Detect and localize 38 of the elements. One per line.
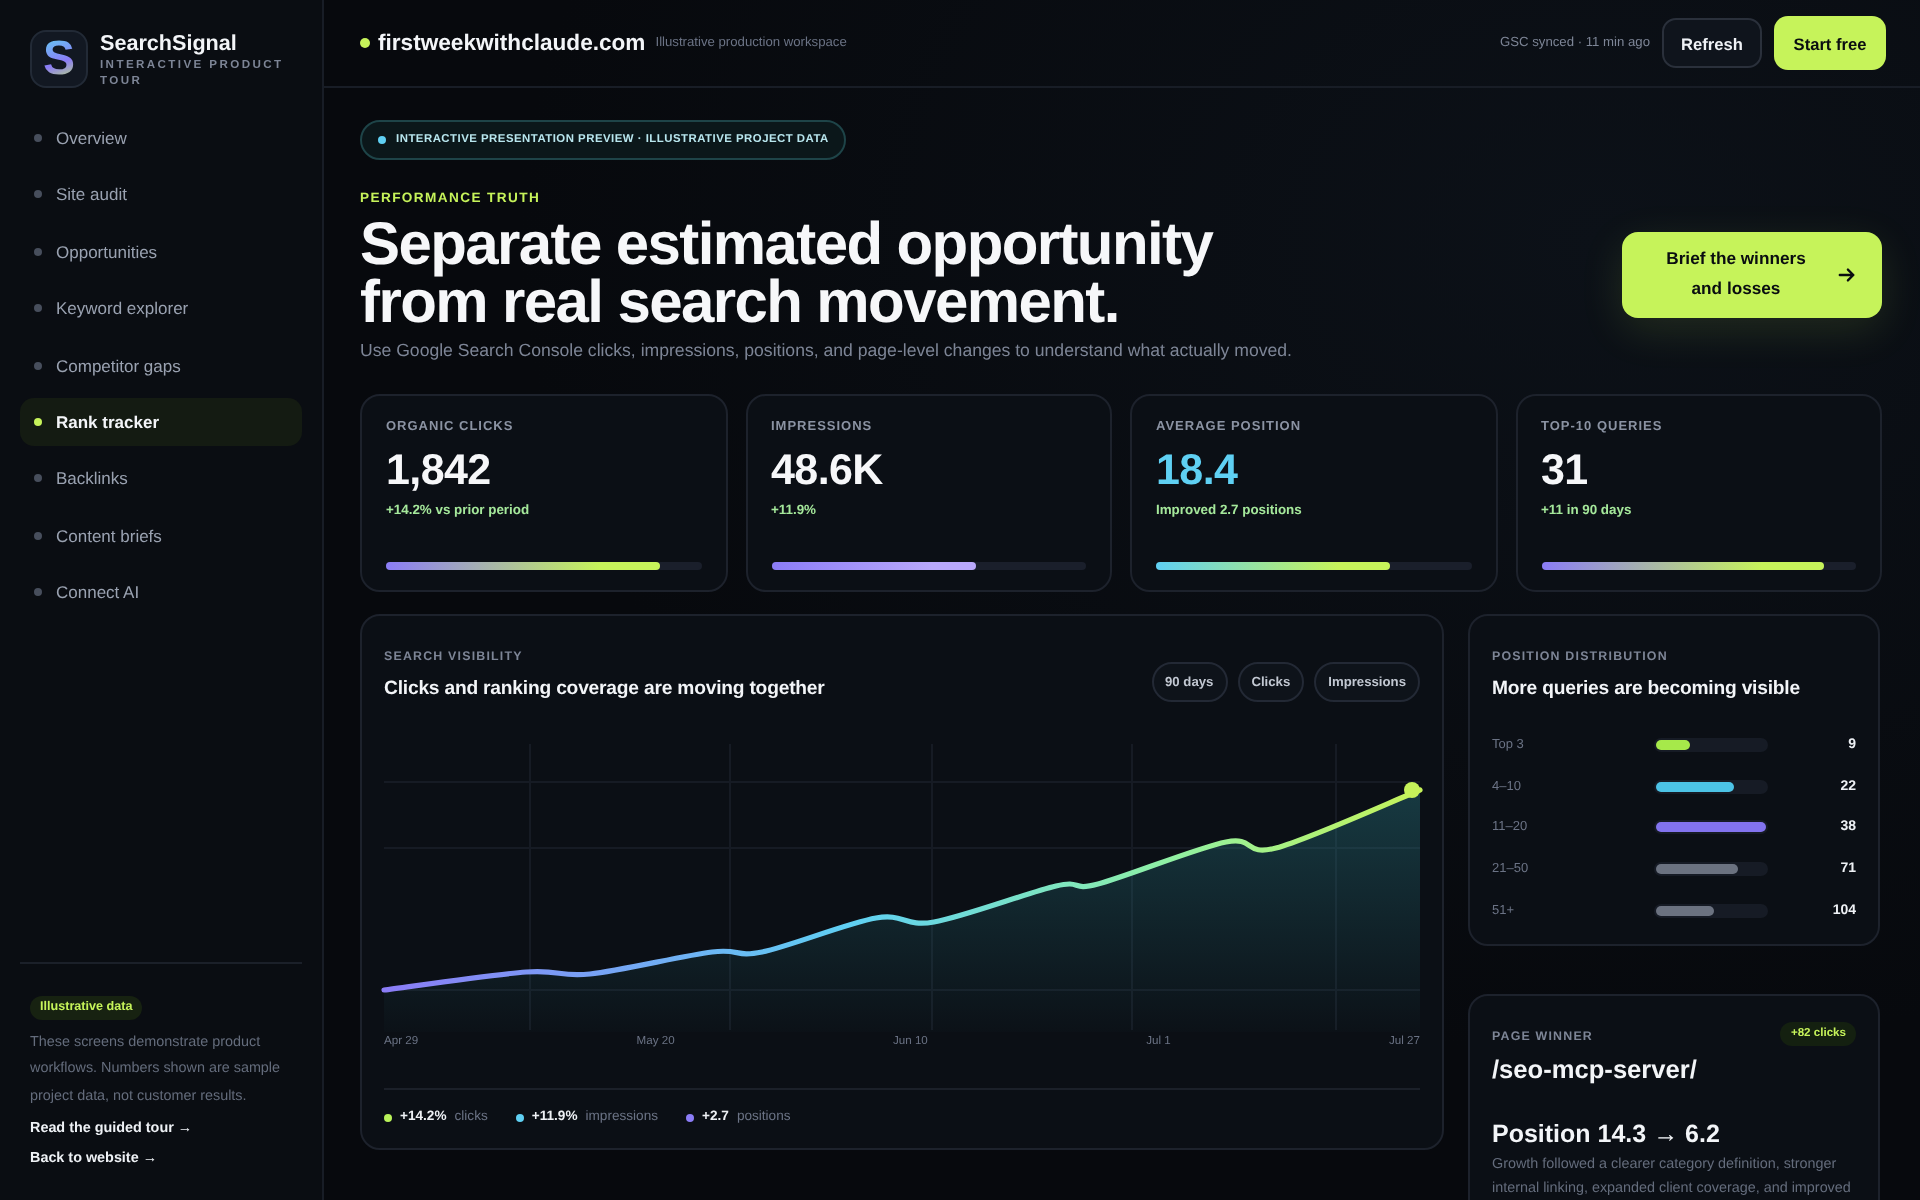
start-free-button[interactable]: Start free bbox=[1774, 16, 1886, 70]
arrow-right-icon bbox=[1838, 265, 1856, 283]
sidebar-item[interactable]: Overview bbox=[20, 114, 302, 162]
bullet-dot-icon bbox=[34, 417, 42, 426]
metric-value: 18.4 bbox=[1156, 446, 1238, 494]
sidebar-item[interactable]: Connect AI bbox=[20, 568, 302, 617]
bullet-dot-icon bbox=[34, 531, 42, 540]
bullet-dot-icon bbox=[34, 134, 42, 142]
site-name: firstweekwithclaude.com bbox=[378, 31, 646, 55]
card-title: Clicks and ranking coverage are moving together bbox=[384, 676, 825, 704]
sidebar-item[interactable]: Keyword explorer bbox=[20, 284, 302, 333]
metric-value: 31 bbox=[1541, 446, 1588, 494]
bullet-dot-icon bbox=[34, 190, 42, 199]
page-path: /seo-mcp-server/ bbox=[1492, 1054, 1697, 1086]
sidebar-item[interactable]: Rank tracker bbox=[20, 397, 302, 446]
bullet-dot-icon bbox=[34, 474, 42, 483]
brand-name: SearchSignal bbox=[100, 32, 239, 58]
metric-value: 48.6K bbox=[771, 446, 883, 494]
bullet-dot-icon bbox=[34, 588, 42, 597]
sidebar-item[interactable]: Competitor gaps bbox=[20, 341, 302, 390]
position-change: Position 14.3 → 6.2 bbox=[1492, 1118, 1720, 1152]
metric-value: 1,842 bbox=[386, 446, 491, 494]
sidebar-item[interactable]: Content briefs bbox=[20, 511, 302, 560]
sidebar-item[interactable]: Backlinks bbox=[20, 454, 302, 503]
status-dot-icon bbox=[360, 38, 370, 48]
page-subtitle: Use Google Search Console clicks, impressions, positions, and page-level changes to understand what actually moved. bbox=[360, 338, 1292, 362]
brief-button[interactable]: Brief the winners and losses bbox=[1622, 231, 1882, 317]
status-dot-icon bbox=[378, 136, 386, 144]
sidebar-item[interactable]: Opportunities bbox=[20, 227, 302, 276]
bullet-dot-icon bbox=[34, 304, 42, 313]
app-logo: S bbox=[30, 30, 88, 88]
endpoint-marker-icon bbox=[1404, 782, 1420, 798]
sidebar-item[interactable]: Site audit bbox=[20, 170, 302, 219]
card-title: More queries are becoming visible bbox=[1492, 676, 1800, 704]
bullet-dot-icon bbox=[34, 247, 42, 256]
refresh-button[interactable]: Refresh bbox=[1662, 18, 1762, 68]
bullet-dot-icon bbox=[34, 361, 42, 370]
page-heading: Separate estimated opportunity from real search movement. bbox=[360, 216, 1216, 332]
